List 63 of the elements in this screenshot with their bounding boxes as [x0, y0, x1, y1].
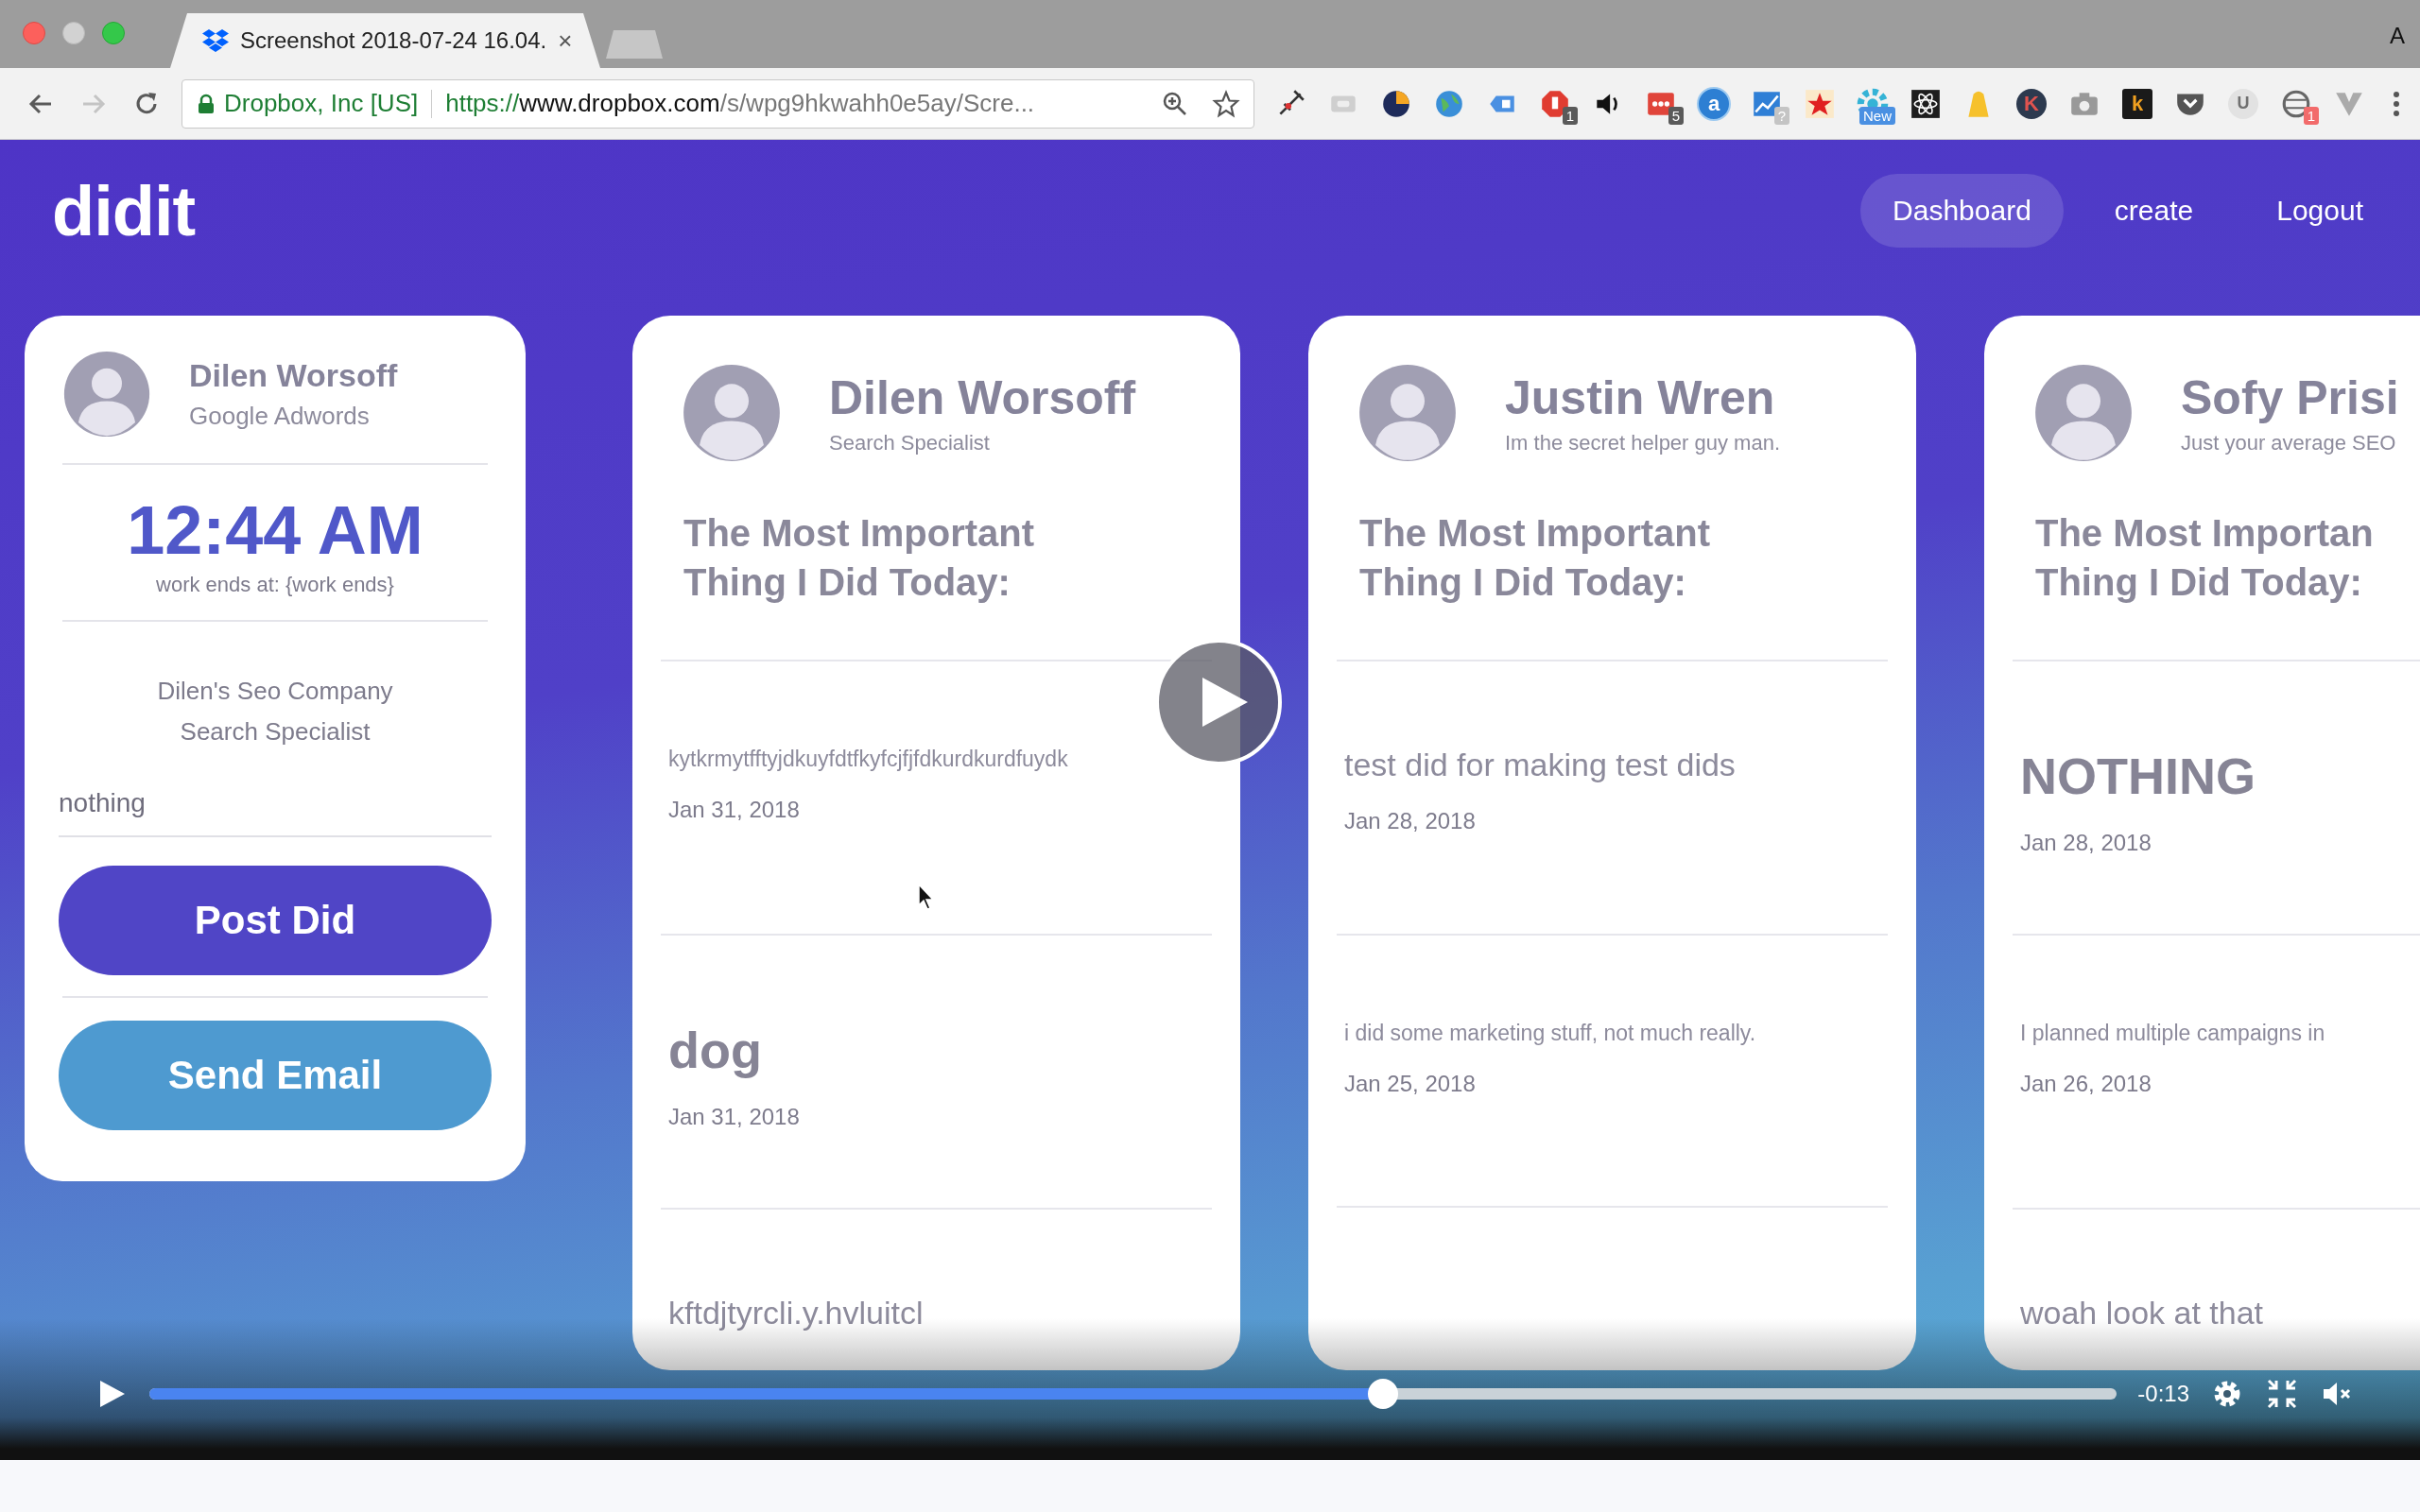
- card-heading: The Most Important Thing I Did Today:: [1358, 511, 1712, 605]
- did-date: Jan 25, 2018: [1344, 1071, 1477, 1097]
- did-text: NOTHING: [2020, 747, 2256, 805]
- progress-thumb[interactable]: [1367, 1379, 1398, 1409]
- user-name: Dilen Worsoff: [829, 370, 1136, 425]
- app-logo: didit: [52, 170, 197, 251]
- clock-time: 12:44 AM: [127, 491, 424, 569]
- notification-badge: 5: [1668, 106, 1684, 125]
- did-text: I planned multiple campaigns in: [2020, 1021, 2326, 1046]
- tab-title: Screenshot 2018-07-24 16.04.: [240, 27, 547, 54]
- extension-logo: U: [2228, 88, 2258, 119]
- did-date: Jan 31, 2018: [668, 1104, 801, 1130]
- did-date: Jan 28, 2018: [1344, 808, 1477, 834]
- user-name: Justin Wren: [1505, 370, 1776, 425]
- site-identity: Dropbox, Inc [US]: [224, 89, 419, 118]
- post-button[interactable]: Post Did: [59, 866, 492, 975]
- nav-link[interactable]: Dashboard: [1860, 174, 2064, 248]
- user-name: Dilen Worsoff: [189, 357, 398, 394]
- notification-badge: 1: [2303, 106, 2319, 125]
- did-text: woah look at that: [2020, 1295, 2265, 1332]
- notification-badge: 1: [1562, 106, 1578, 125]
- nav-link[interactable]: Logout: [2244, 174, 2395, 248]
- lock-icon: [198, 93, 215, 114]
- extension-logo: K: [2016, 88, 2047, 119]
- avatar-icon: [1357, 363, 1458, 463]
- company-name: Dilen's Seo Company: [157, 677, 393, 706]
- work-ends-text: work ends at: {work ends}: [156, 573, 394, 597]
- did-date: Jan 26, 2018: [2020, 1071, 2152, 1097]
- card-heading: The Most Important Thing I Did Today:: [683, 511, 1036, 605]
- close-button[interactable]: ×: [558, 26, 573, 56]
- atom-icon: [1910, 87, 1942, 120]
- extension-button[interactable]: k: [2118, 82, 2156, 125]
- user-subtitle: Google Adwords: [189, 402, 371, 431]
- url-text: https://www.dropbox.com/s/wpg9hkwahh0e5ay/Scre...: [445, 89, 1036, 118]
- bookmark-star-icon[interactable]: [1212, 89, 1240, 118]
- job-title: Search Specialist: [180, 717, 371, 747]
- did-input-field[interactable]: nothing: [59, 788, 492, 837]
- box-icon: [202, 28, 229, 53]
- address-bar[interactable]: Dropbox, Inc [US] https://www.dropbox.com/s/wpg9hkwahh0e5ay/Scre...: [182, 78, 1254, 129]
- did-date: Jan 31, 2018: [668, 797, 801, 823]
- user-name: Sofy Prisi: [2181, 370, 2399, 425]
- nav-link[interactable]: create: [2082, 174, 2226, 248]
- avatar-icon: [682, 363, 782, 463]
- did-text: dog: [668, 1021, 763, 1079]
- profile-button[interactable]: A: [2390, 23, 2405, 49]
- did-text: kftdjtyrcli.y.hvluitcl: [668, 1295, 925, 1332]
- progress-track[interactable]: [149, 1388, 2118, 1400]
- user-subtitle: Im the secret helper guy man.: [1505, 431, 1781, 455]
- avatar-icon: [62, 350, 151, 438]
- did-text: i did some marketing stuff, not much really.: [1344, 1021, 1757, 1046]
- avatar-icon: [2033, 363, 2134, 463]
- user-subtitle: Search Specialist: [829, 431, 991, 455]
- did-text: kytkrmytfftyjdkuyfdtfkyfcjfjfdkurdkurdfuydk: [668, 747, 1069, 772]
- browser-tab[interactable]: Screenshot 2018-07-24 16.04. ×: [170, 13, 600, 68]
- extension-logo: k: [2122, 88, 2152, 119]
- extension-button[interactable]: U: [2224, 82, 2262, 125]
- time-remaining: -0:13: [2137, 1381, 2189, 1407]
- user-subtitle: Just your average SEO: [2181, 431, 2397, 455]
- did-date: Jan 28, 2018: [2020, 830, 2152, 856]
- exit-fullscreen-icon[interactable]: [2265, 1377, 2299, 1411]
- card-heading: The Most Importan Thing I Did Today:: [2034, 511, 2375, 605]
- did-text: test did for making test dids: [1344, 747, 1737, 783]
- notification-badge: New: [1859, 106, 1895, 125]
